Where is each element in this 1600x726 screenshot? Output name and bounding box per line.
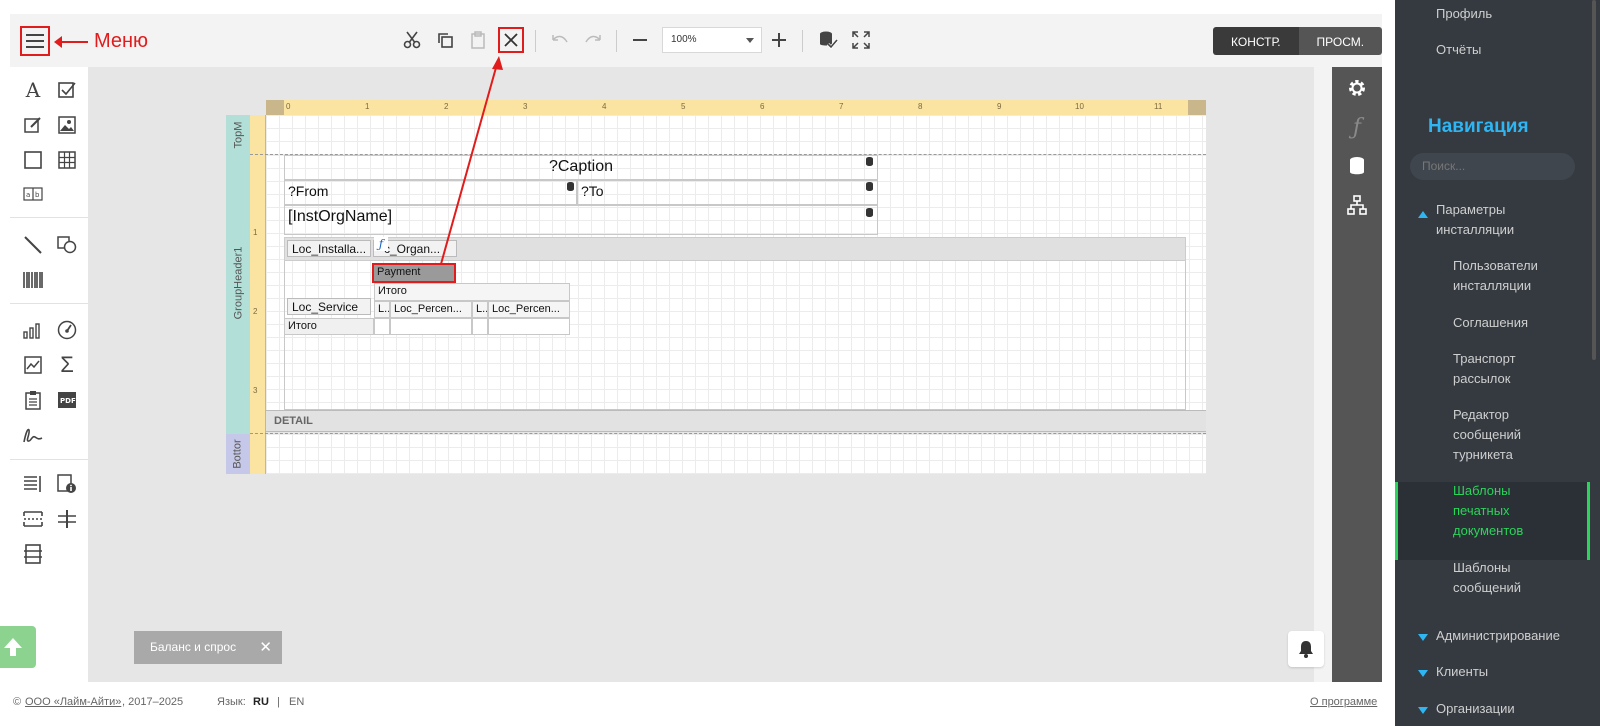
toast-text: Баланс и спрос: [150, 640, 237, 654]
copyright-years: , 2017–2025: [122, 696, 184, 708]
nav-label-line: Транспорт: [1453, 351, 1516, 366]
nav-label-line: Шаблоны: [1453, 560, 1511, 575]
chevron-down-icon: [1418, 707, 1428, 714]
nav-item-print-templates[interactable]: Шаблоны печатных документов: [1453, 481, 1523, 541]
nav-label-line: инсталляции: [1436, 222, 1515, 237]
nav-item-transport[interactable]: Транспорт рассылок: [1453, 349, 1516, 389]
nav-group-install-params[interactable]: Параметры инсталляции: [1436, 200, 1514, 240]
nav-label-line: печатных: [1453, 503, 1510, 518]
nav-label-line: рассылок: [1453, 371, 1511, 386]
language-ru[interactable]: RU: [253, 696, 269, 708]
nav-label-line: Шаблоны: [1453, 483, 1511, 498]
nav-link-reports[interactable]: Отчёты: [1436, 40, 1481, 60]
bell-icon: [1299, 641, 1313, 658]
footer: © ООО «Лайм-Айти» , 2017–2025 Язык: RU |…: [0, 696, 1382, 726]
sidebar-scrollbar[interactable]: [1592, 0, 1596, 360]
chevron-down-icon: [1418, 670, 1428, 677]
nav-link-profile[interactable]: Профиль: [1436, 4, 1492, 24]
nav-group-admin[interactable]: Администрирование: [1436, 626, 1560, 646]
navigation-sidebar: Профиль Отчёты Навигация Поиск... Параме…: [1395, 0, 1600, 726]
nav-group-clients[interactable]: Клиенты: [1436, 662, 1488, 682]
language-separator: |: [277, 696, 280, 708]
language-label: Язык:: [217, 696, 246, 708]
nav-group-orgs[interactable]: Организации: [1436, 699, 1515, 719]
status-toast: Баланс и спрос ✕: [134, 631, 282, 664]
chevron-down-icon: [1418, 634, 1428, 641]
company-link[interactable]: ООО «Лайм-Айти»: [25, 696, 121, 708]
nav-item-agreements[interactable]: Соглашения: [1453, 313, 1528, 333]
about-link[interactable]: О программе: [1310, 696, 1377, 708]
nav-title: Навигация: [1428, 116, 1529, 137]
scroll-up-button[interactable]: [0, 626, 36, 668]
notifications-button[interactable]: [1288, 631, 1324, 667]
nav-search-input[interactable]: Поиск...: [1410, 153, 1575, 180]
nav-item-turnstile-editor[interactable]: Редактор сообщений турникета: [1453, 405, 1521, 465]
nav-label-line: сообщений: [1453, 580, 1522, 595]
annotation-arrow-overlay: [440, 56, 503, 265]
nav-item-users[interactable]: Пользователи инсталляции: [1453, 256, 1538, 296]
nav-label-line: инсталляции: [1453, 278, 1532, 293]
copyright-symbol: ©: [13, 696, 22, 708]
nav-label-line: Пользователи: [1453, 258, 1538, 273]
nav-item-message-templates[interactable]: Шаблоны сообщений: [1453, 558, 1521, 598]
nav-label-line: турникета: [1453, 447, 1513, 462]
nav-label-line: документов: [1453, 523, 1524, 538]
search-placeholder: Поиск...: [1422, 159, 1466, 173]
nav-label-line: Редактор: [1453, 407, 1509, 422]
arrow-up-icon: [4, 638, 22, 656]
language-en[interactable]: EN: [289, 696, 304, 708]
close-icon[interactable]: ✕: [259, 638, 272, 656]
chevron-up-icon: [1418, 211, 1428, 218]
nav-label-line: Параметры: [1436, 202, 1506, 217]
nav-label-line: сообщений: [1453, 427, 1522, 442]
nav-label-line: Соглашения: [1453, 315, 1529, 330]
